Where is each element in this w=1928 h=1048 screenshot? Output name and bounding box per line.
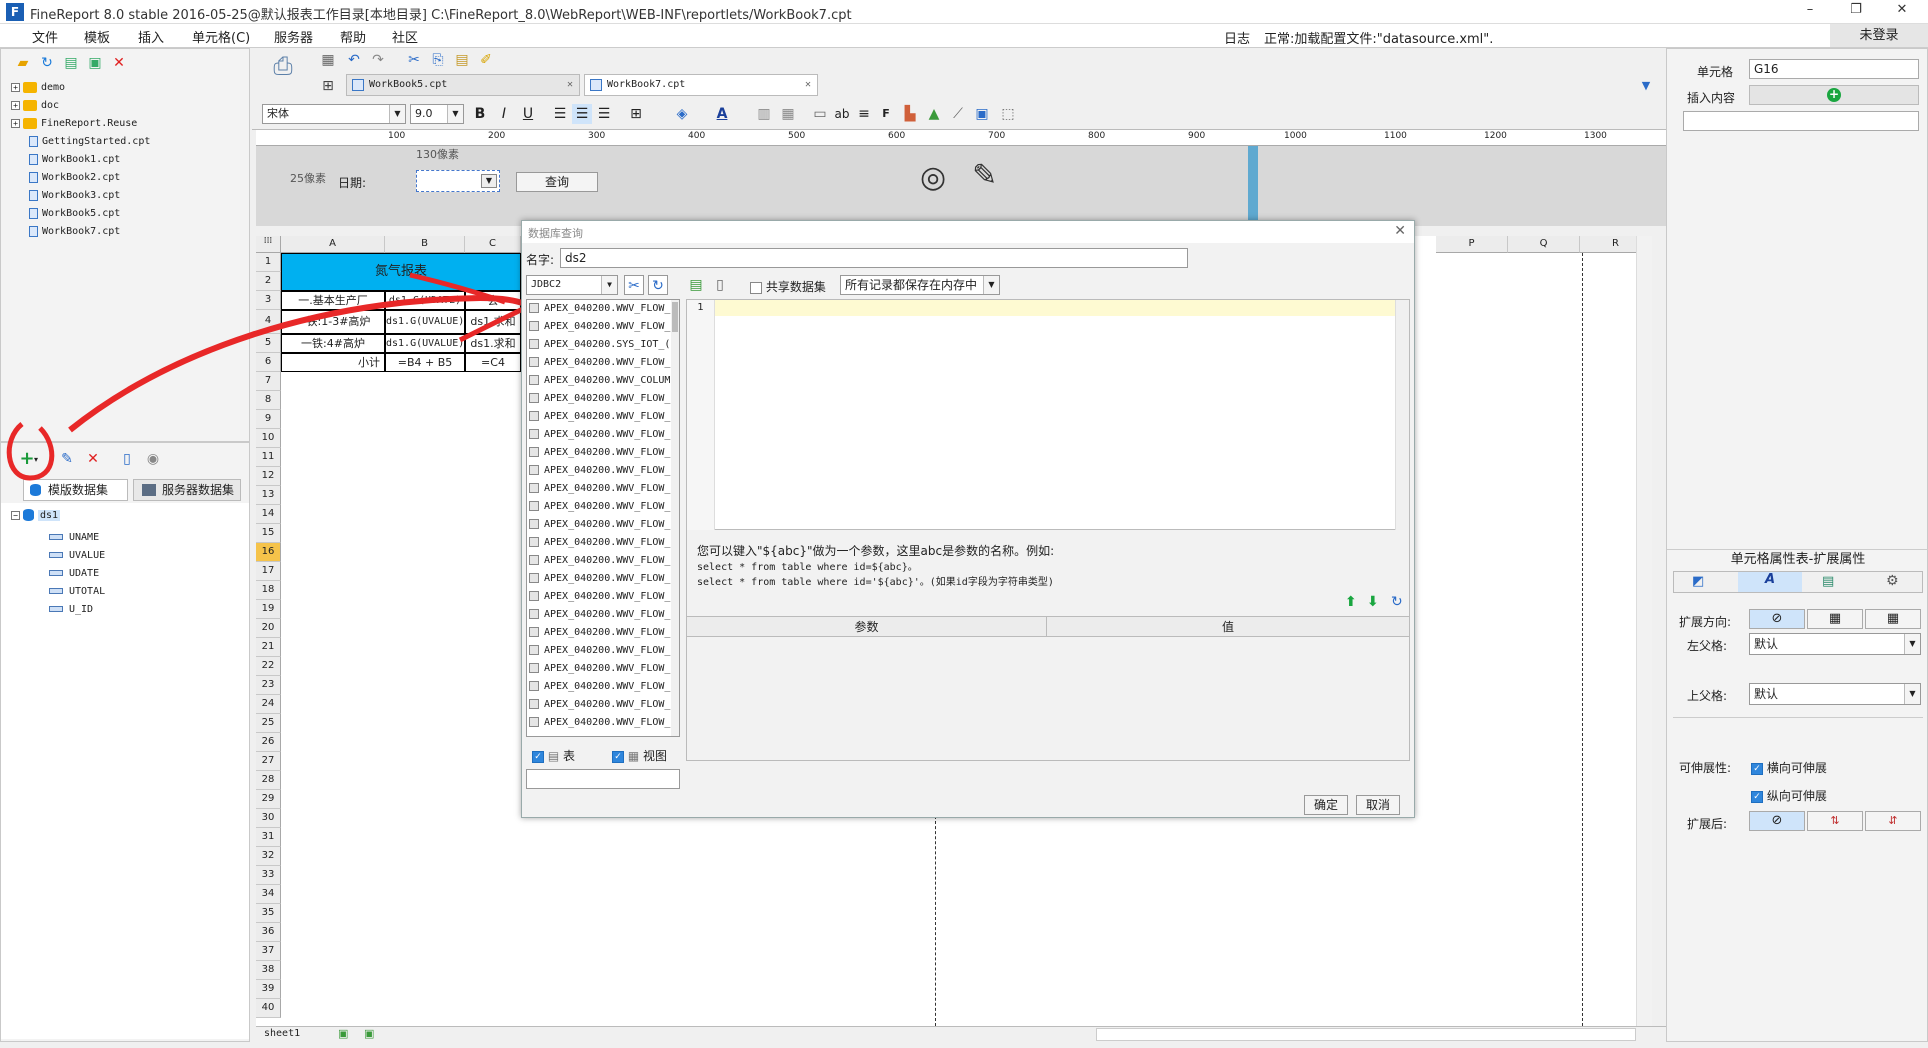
database-query-dialog: 数据库查询 ✕ 名字: ds2 JDBC2 ▼ ✂ ↻ ▤ ▯ 共享数据集 所有记… [521,220,1415,818]
table-icon [529,501,539,511]
table-item[interactable]: APEX_040200.WWV_FLOW_ [527,408,679,426]
table-item[interactable]: APEX_040200.WWV_FLOW_ [527,552,679,570]
cancel-button[interactable]: 取消 [1356,795,1400,815]
param-hint-1: 您可以键入"${abc}"做为一个参数，这里abc是参数的名称。例如: [697,544,1055,558]
table-item[interactable]: APEX_040200.WWV_FLOW_ [527,570,679,588]
param-column-header: 参数 [687,617,1047,637]
table-icon [529,627,539,637]
table-icon [529,465,539,475]
current-line-highlight [715,300,1395,316]
table-icon [529,375,539,385]
table-item[interactable]: APEX_040200.WWV_FLOW_ [527,714,679,732]
table-item[interactable]: APEX_040200.WWV_FLOW_ [527,318,679,336]
table-icon [529,483,539,493]
refresh-connection-icon[interactable]: ↻ [648,275,668,295]
preview-query-icon[interactable]: ▤ [686,275,706,295]
dataset-name-input[interactable]: ds2 [560,248,1188,268]
sql-editor[interactable]: 1 [687,300,1409,530]
table-items: APEX_040200.WWV_FLOW_ APEX_040200.WWV_FLO… [527,300,679,732]
table-item[interactable]: APEX_040200.WWV_FLOW_ [527,624,679,642]
table-icon [529,321,539,331]
table-item[interactable]: APEX_040200.WWV_COLUM [527,372,679,390]
table-item[interactable]: APEX_040200.WWV_FLOW_ [527,444,679,462]
table-search-input[interactable] [526,769,680,789]
refresh-params-icon[interactable]: ↻ [1391,594,1403,610]
param-table[interactable]: 参数 值 [687,616,1409,760]
dialog-close-icon[interactable]: ✕ [1394,223,1406,239]
view-icon: ▦ [627,749,640,763]
table-item[interactable]: APEX_040200.WWV_FLOW_ [527,660,679,678]
share-dataset-checkbox[interactable]: 共享数据集 [750,278,826,295]
table-icon [529,573,539,583]
table-icon [529,663,539,673]
table-list-scrollbar[interactable] [671,300,679,736]
ok-button[interactable]: 确定 [1304,795,1348,815]
dialog-titlebar: 数据库查询 ✕ [522,221,1414,243]
view-checkbox[interactable]: ✓ ▦ 视图 [612,747,667,764]
table-item[interactable]: APEX_040200.WWV_FLOW_ [527,390,679,408]
sql-pane: 1 您可以键入"${abc}"做为一个参数，这里abc是参数的名称。例如: se… [686,299,1410,761]
table-item[interactable]: APEX_040200.WWV_FLOW_ [527,462,679,480]
checkbox-checked-icon: ✓ [612,750,624,763]
table-icon [529,303,539,313]
annotation-circle [6,422,55,481]
table-item[interactable]: APEX_040200.WWV_FLOW_ [527,678,679,696]
blank-page-icon[interactable]: ▯ [710,275,730,295]
chevron-down-icon: ▼ [983,276,999,294]
sql-editor-scrollbar[interactable] [1395,300,1409,530]
value-column-header: 值 [1047,617,1409,637]
table-item[interactable]: APEX_040200.WWV_FLOW_ [527,480,679,498]
checkbox-checked-icon: ✓ [532,750,544,763]
table-icon [529,609,539,619]
move-up-icon[interactable]: ⬆ [1345,594,1357,610]
line-number: 1 [687,300,715,530]
move-down-icon[interactable]: ⬇ [1367,594,1379,610]
scroll-thumb[interactable] [672,302,678,332]
name-label: 名字: [526,253,555,267]
table-item[interactable]: APEX_040200.WWV_FLOW_ [527,642,679,660]
table-icon: ▤ [547,749,560,763]
chevron-down-icon: ▼ [601,276,617,294]
table-item[interactable]: APEX_040200.WWV_FLOW_ [527,534,679,552]
table-item[interactable]: APEX_040200.WWV_FLOW_ [527,426,679,444]
table-icon [529,393,539,403]
table-icon [529,645,539,655]
table-item[interactable]: APEX_040200.WWV_FLOW_ [527,696,679,714]
annotation-arrow [458,305,527,343]
table-item[interactable]: APEX_040200.WWV_FLOW_ [527,498,679,516]
table-icon [529,699,539,709]
connection-select[interactable]: JDBC2 ▼ [526,275,618,295]
table-icon [529,717,539,727]
dialog-title: 数据库查询 [528,227,583,240]
table-icon [529,519,539,529]
checkbox-icon [750,281,762,294]
table-list[interactable]: APEX_040200.WWV_FLOW_ APEX_040200.WWV_FLO… [526,299,680,737]
table-icon [529,339,539,349]
table-icon [529,411,539,421]
table-icon [529,357,539,367]
table-icon [529,447,539,457]
annotation-arrow [68,294,527,433]
table-item[interactable]: APEX_040200.WWV_FLOW_ [527,300,679,318]
param-hint-2: select * from table where id=${abc}。 [697,562,918,573]
table-item[interactable]: APEX_040200.SYS_IOT_( [527,336,679,354]
table-item[interactable]: APEX_040200.WWV_FLOW_ [527,606,679,624]
memory-option-select[interactable]: 所有记录都保存在内存中 ▼ [840,275,1000,295]
table-icon [529,681,539,691]
table-item[interactable]: APEX_040200.WWV_FLOW_ [527,588,679,606]
param-hint-3: select * from table where id='${abc}'。(如… [697,577,1054,588]
table-icon [529,429,539,439]
connection-settings-icon[interactable]: ✂ [624,275,644,295]
table-icon [529,555,539,565]
table-icon [529,591,539,601]
table-item[interactable]: APEX_040200.WWV_FLOW_ [527,354,679,372]
table-checkbox[interactable]: ✓ ▤ 表 [532,747,575,764]
table-icon [529,537,539,547]
table-item[interactable]: APEX_040200.WWV_FLOW_ [527,516,679,534]
